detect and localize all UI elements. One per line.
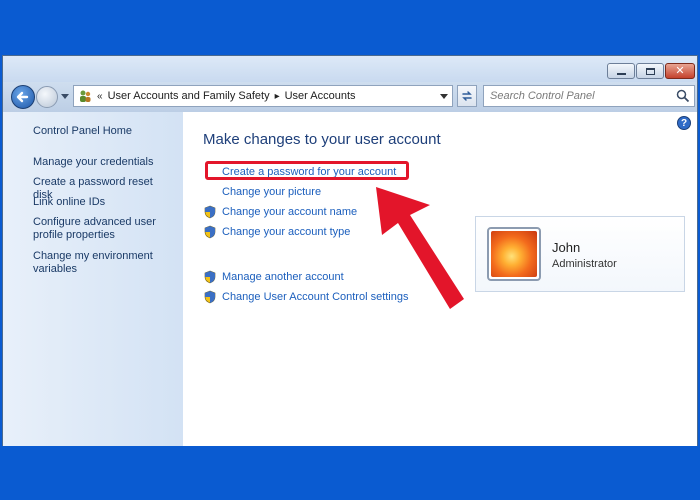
task-change-account-name[interactable]: Change your account name (203, 205, 357, 219)
forward-button[interactable] (36, 86, 58, 108)
sidebar-item-advanced-profile[interactable]: Configure advanced user profile properti… (33, 216, 163, 242)
title-bar[interactable]: ✕ (3, 56, 697, 82)
help-icon[interactable]: ? (677, 116, 691, 130)
highlight-box (205, 161, 409, 180)
task-change-picture[interactable]: Change your picture (203, 186, 321, 198)
uac-shield-icon (204, 290, 216, 304)
back-button[interactable] (11, 85, 35, 109)
user-account-card: John Administrator (475, 216, 685, 292)
uac-shield-icon (204, 225, 216, 239)
user-role: Administrator (552, 258, 617, 270)
avatar[interactable] (487, 227, 541, 281)
close-icon: ✕ (675, 64, 685, 77)
search-icon[interactable] (676, 89, 690, 103)
address-dropdown-icon[interactable] (440, 94, 448, 99)
task-change-account-type[interactable]: Change your account type (203, 225, 350, 239)
close-button[interactable]: ✕ (665, 63, 695, 79)
task-label[interactable]: Change your account name (222, 206, 357, 218)
refresh-icon (462, 91, 472, 101)
minimize-button[interactable] (607, 63, 635, 79)
search-placeholder: Search Control Panel (490, 90, 595, 102)
address-bar[interactable]: « User Accounts and Family Safety ▸ User… (73, 85, 453, 107)
address-prefix[interactable]: « (97, 91, 103, 102)
control-panel-window: ✕ « User Accounts and Family Safety ▸ Us… (2, 55, 698, 447)
search-input[interactable]: Search Control Panel (483, 85, 695, 107)
uac-shield-icon (204, 270, 216, 284)
refresh-button[interactable] (457, 85, 477, 107)
task-sidebar: Control Panel Home Manage your credentia… (3, 112, 183, 446)
task-label[interactable]: Change your account type (222, 226, 350, 238)
maximize-button[interactable] (636, 63, 664, 79)
user-name: John (552, 240, 581, 255)
recent-pages-dropdown-icon[interactable] (61, 94, 69, 99)
flower-avatar-image (491, 231, 537, 277)
task-label[interactable]: Change your picture (222, 186, 321, 198)
uac-shield-icon (204, 205, 216, 219)
maximize-icon (645, 67, 655, 75)
sidebar-item-environment-variables[interactable]: Change my environment variables (33, 250, 163, 276)
breadcrumb-separator-icon[interactable]: ▸ (275, 91, 280, 102)
minimize-icon (616, 72, 626, 75)
red-arrow-icon (376, 187, 464, 309)
sidebar-item-link-online-ids[interactable]: Link online IDs (33, 196, 173, 209)
breadcrumb-user-accounts[interactable]: User Accounts (285, 90, 356, 102)
sidebar-control-panel-home[interactable]: Control Panel Home (33, 125, 173, 138)
back-arrow-icon (16, 91, 29, 103)
breadcrumb-user-accounts-and-family-safety[interactable]: User Accounts and Family Safety (108, 90, 270, 102)
sidebar-item-manage-credentials[interactable]: Manage your credentials (33, 156, 173, 169)
page-title: Make changes to your user account (203, 131, 441, 148)
task-manage-another-account[interactable]: Manage another account (203, 270, 344, 284)
task-label[interactable]: Manage another account (222, 271, 344, 283)
user-accounts-icon (80, 90, 91, 102)
address-row: « User Accounts and Family Safety ▸ User… (3, 82, 697, 112)
background-band (0, 446, 700, 500)
